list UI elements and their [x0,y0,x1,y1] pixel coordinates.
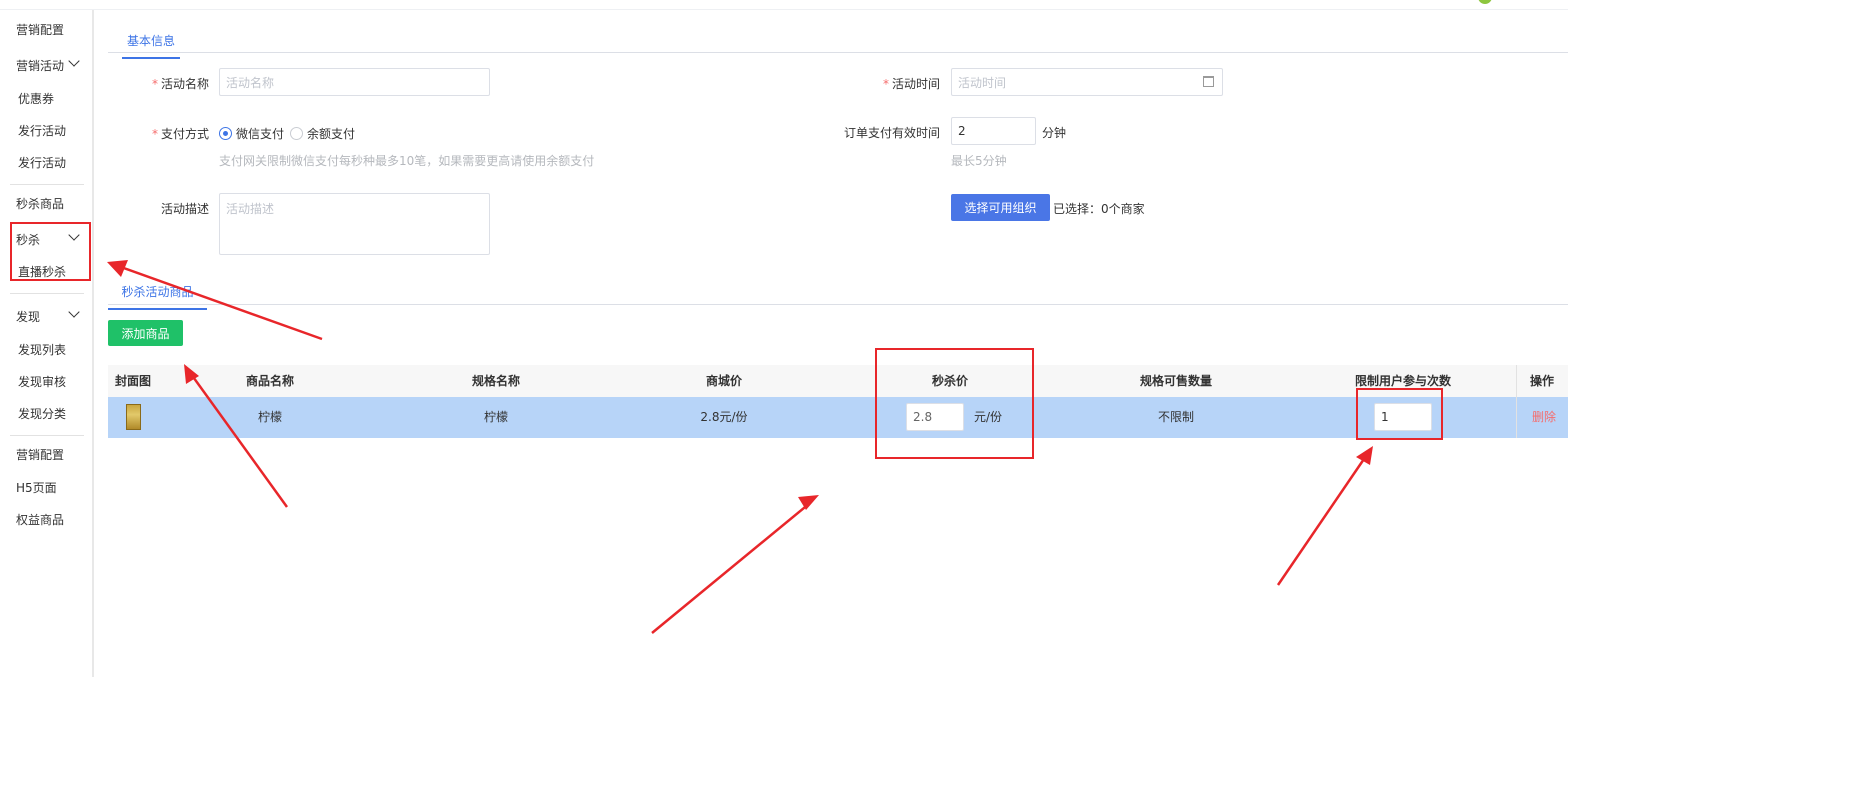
chevron-down-icon[interactable] [68,229,80,241]
order-valid-hint: 最长5分钟 [951,154,1007,168]
sidebar-item-issue-activity-2[interactable]: 发行活动 [18,154,66,171]
selected-merchants-text: 已选择：0个商家 [1053,202,1145,216]
sidebar-item-seckill[interactable]: 秒杀 [16,231,40,248]
page: 营销配置 营销活动 优惠券 发行活动 发行活动 秒杀商品 秒杀 直播秒杀 发现 … [0,0,1568,677]
activity-time-label: * 活动时间 [882,77,940,91]
th-spec-name: 规格名称 [471,374,520,388]
radio-wechat-pay[interactable]: 微信支付 [219,125,284,142]
cell-seckill-unit: 元/份 [973,410,1003,424]
tab-seckill-products[interactable]: 秒杀活动商品 [108,283,207,310]
sidebar-item-seckill-products[interactable]: 秒杀商品 [16,195,64,212]
main-content: 基本信息 * 活动名称 活动名称 * 活动时间 活动时间 * 支付方式 微信支付 余额… [96,10,1568,677]
sidebar-divider [10,184,84,185]
order-valid-unit: 分钟 [1042,126,1067,140]
th-user-limit: 限制用户参与次数 [1354,374,1451,388]
sidebar-item-issue-activity[interactable]: 发行活动 [18,122,66,139]
th-seckill-price: 秒杀价 [931,374,968,388]
activity-name-input[interactable]: 活动名称 [219,68,490,96]
sidebar-item-h5-page[interactable]: H5页面 [16,479,57,496]
sidebar-item-benefit-products[interactable]: 权益商品 [16,511,64,528]
tab-underline [108,304,1568,305]
select-org-button[interactable]: 选择可用组织 [951,194,1050,221]
add-product-button[interactable]: 添加商品 [108,320,183,346]
cell-mall-price: 2.8元/份 [700,410,748,424]
activity-desc-label: 活动描述 [160,202,209,216]
status-dot-icon [1478,0,1492,4]
order-valid-time-label: 订单支付有效时间 [843,126,940,140]
product-cover-image [126,404,141,430]
cell-spec-name: 柠檬 [483,410,508,424]
activity-desc-textarea[interactable]: 活动描述 [219,193,490,255]
actions-column-divider [1516,365,1568,438]
sidebar-divider [10,435,84,436]
sidebar-item-discover-list[interactable]: 发现列表 [18,341,66,358]
sidebar: 营销配置 营销活动 优惠券 发行活动 发行活动 秒杀商品 秒杀 直播秒杀 发现 … [0,10,94,677]
th-cover: 封面图 [114,374,151,388]
cell-product-name: 柠檬 [257,410,282,424]
calendar-icon[interactable] [1203,76,1214,87]
payment-method-label: * 支付方式 [151,127,209,141]
radio-checked-icon [219,127,232,140]
th-product-name: 商品名称 [245,374,294,388]
sidebar-item-discover-review[interactable]: 发现审核 [18,373,66,390]
radio-unchecked-icon [290,127,303,140]
activity-time-input[interactable]: 活动时间 [951,68,1223,96]
sidebar-divider [10,293,84,294]
sidebar-item-discover-category[interactable]: 发现分类 [18,405,66,422]
sidebar-item-marketing-config-2[interactable]: 营销配置 [16,446,64,463]
tab-basic-info[interactable]: 基本信息 [122,32,180,59]
sidebar-item-marketing-activity[interactable]: 营销活动 [16,57,64,74]
cell-stock: 不限制 [1157,410,1194,424]
sidebar-item-live-seckill[interactable]: 直播秒杀 [18,263,66,280]
th-mall-price: 商城价 [705,374,742,388]
activity-name-label: * 活动名称 [151,77,209,91]
user-limit-input[interactable]: 1 [1374,403,1432,431]
table-header: 封面图 商品名称 规格名称 商城价 秒杀价 规格可售数量 限制用户参与次数 操作 [108,365,1568,397]
table-row: 柠檬 柠檬 2.8元/份 2.8 元/份 不限制 1 删除 [108,397,1568,438]
sidebar-item-marketing-config[interactable]: 营销配置 [16,21,64,38]
payment-hint: 支付网关限制微信支付每秒种最多10笔，如果需要更高请使用余额支付 [219,154,595,168]
th-stock: 规格可售数量 [1139,374,1212,388]
seckill-price-input[interactable]: 2.8 [906,403,964,431]
order-valid-time-input[interactable]: 2 [951,117,1036,145]
tab-underline [108,52,1568,53]
sidebar-item-coupon[interactable]: 优惠券 [18,90,54,107]
chevron-down-icon[interactable] [68,55,80,67]
chevron-down-icon[interactable] [68,306,80,318]
sidebar-item-discover[interactable]: 发现 [16,308,40,325]
top-bar [0,0,1568,10]
radio-balance-pay[interactable]: 余额支付 [290,125,355,142]
